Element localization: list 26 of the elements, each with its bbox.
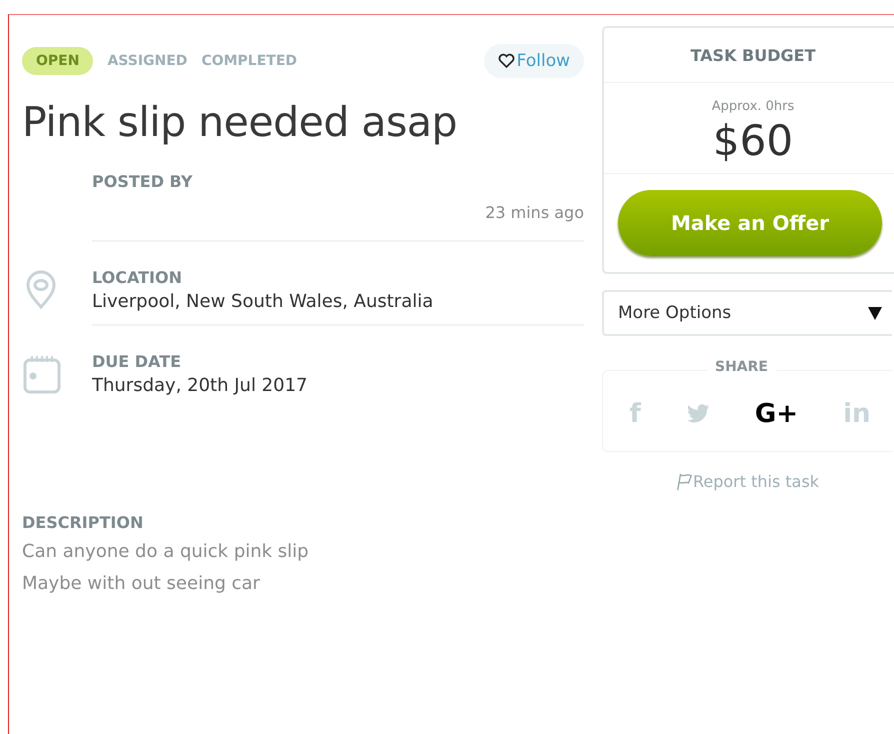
status-step: ASSIGNED xyxy=(107,47,188,75)
more-options-dropdown[interactable]: More Options xyxy=(602,290,892,336)
calendar-icon xyxy=(23,354,61,394)
flag-icon xyxy=(674,472,693,490)
detail-value: Liverpool, New South Wales, Australia xyxy=(92,291,434,312)
detail-label: DUE DATE xyxy=(92,352,182,371)
share-link[interactable]: G+ xyxy=(754,399,798,429)
bird-icon[interactable] xyxy=(686,404,710,424)
description-label: DESCRIPTION xyxy=(22,513,144,532)
budget-amount: $60 xyxy=(712,116,794,165)
budget-title: TASK BUDGET xyxy=(604,28,894,83)
caret-icon xyxy=(868,306,882,320)
task-title: Pink slip needed asap xyxy=(22,98,458,146)
detail-label: POSTED BY xyxy=(92,172,194,191)
detail-value: Thursday, 20th Jul 2017 xyxy=(92,375,308,396)
heart-icon xyxy=(498,53,515,69)
follow-button[interactable]: Follow xyxy=(484,44,584,78)
status-step: COMPLETED xyxy=(201,47,298,75)
hours-estimate: Approx. 0hrs xyxy=(710,99,796,114)
detail-label: LOCATION xyxy=(92,268,183,287)
report-link[interactable]: Report this task xyxy=(602,472,892,491)
posted-time: 23 mins ago xyxy=(484,203,584,222)
status-step: OPEN xyxy=(22,47,94,75)
description-text: Can anyone do a quick pink slip Maybe with out seeing car xyxy=(22,540,310,596)
dropdown-label: More Options xyxy=(618,303,732,323)
make-offer-button[interactable]: Make an Offer xyxy=(618,190,882,256)
